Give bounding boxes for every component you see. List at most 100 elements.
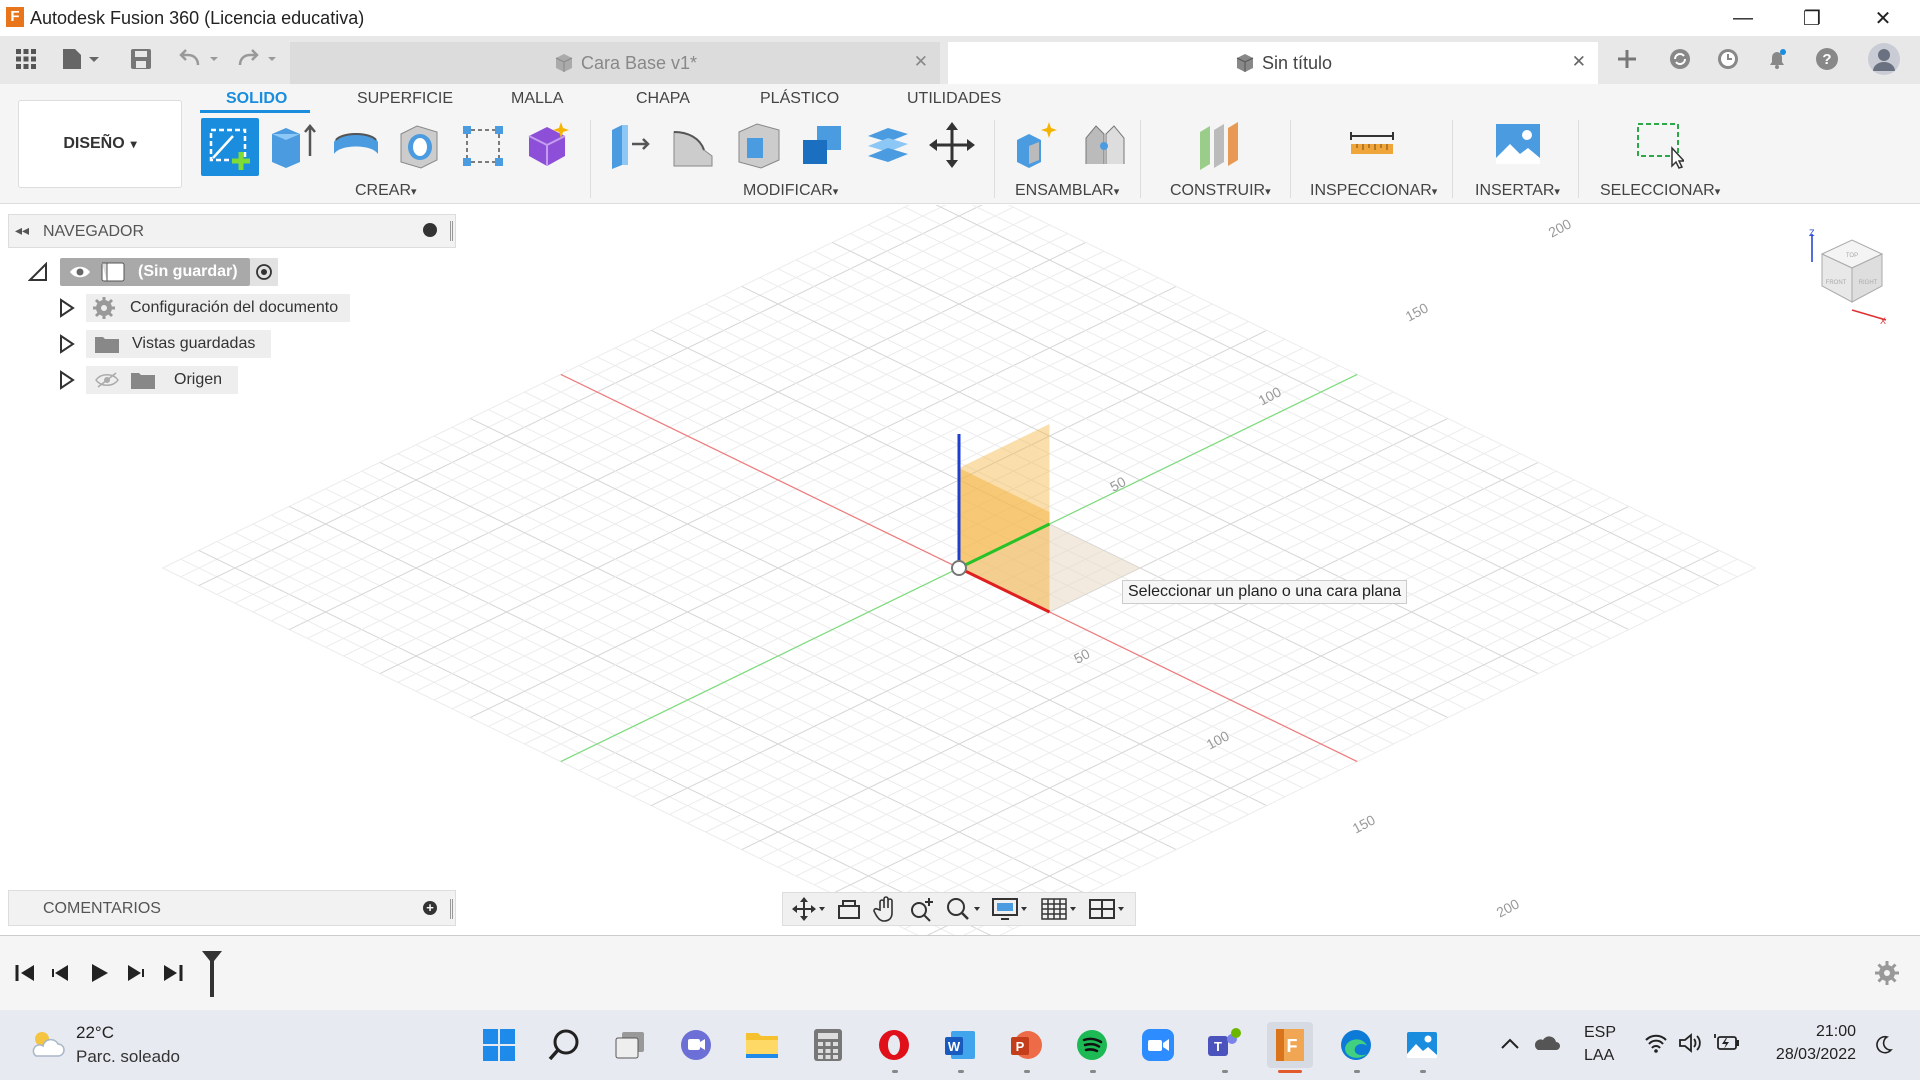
file-menu-icon[interactable] [60,46,102,72]
battery-charging-icon[interactable] [1714,1032,1740,1054]
go-to-end-icon[interactable] [162,962,184,984]
fusion360-taskbar-icon[interactable]: F [1267,1022,1313,1068]
insert-image-icon[interactable] [1494,120,1542,170]
app-grid-icon[interactable] [12,46,40,72]
tab-close-icon[interactable]: ✕ [1572,52,1586,72]
task-view-icon[interactable] [607,1022,653,1068]
tree-item-body[interactable]: Configuración del documento [86,294,351,322]
minimize-panel-icon[interactable] [423,223,437,237]
step-back-icon[interactable] [50,962,72,984]
offset-face-icon[interactable] [864,120,912,170]
notification-bell-icon[interactable] [1762,46,1792,72]
teams-icon[interactable]: T [1201,1022,1247,1068]
word-icon[interactable]: W [937,1022,983,1068]
group-construir[interactable]: CONSTRUIR▾ [1170,182,1271,200]
measure-icon[interactable] [1348,120,1396,170]
step-forward-icon[interactable] [124,962,146,984]
fillet-icon[interactable] [670,120,718,170]
create-form-icon[interactable] [523,120,571,170]
maximize-button[interactable]: ❐ [1787,0,1837,36]
zoom-icon[interactable] [909,896,935,922]
tree-item-vistas[interactable]: Vistas guardadas [58,330,272,358]
tab-close-icon[interactable]: ✕ [914,52,928,72]
pattern-icon[interactable] [459,120,507,170]
timeline-settings-gear-icon[interactable] [1874,960,1900,986]
user-avatar[interactable] [1866,43,1902,75]
tree-item-origen[interactable]: Origen [58,366,239,394]
redo-icon[interactable] [236,46,280,72]
orbit-icon[interactable] [792,896,826,922]
file-explorer-icon[interactable] [739,1022,785,1068]
tree-item-body[interactable]: Vistas guardadas [86,330,272,358]
expand-triangle-icon[interactable] [28,262,48,282]
group-seleccionar[interactable]: SELECCIONAR▾ [1600,182,1720,200]
grid-settings-icon[interactable] [1040,896,1078,922]
combine-icon[interactable] [799,120,847,170]
calculator-icon[interactable] [805,1022,851,1068]
focus-moon-icon[interactable] [1872,1034,1894,1056]
go-to-start-icon[interactable] [14,962,36,984]
sync-icon[interactable] [1665,46,1695,72]
tree-item-configuracion[interactable]: Configuración del documento [58,294,351,322]
tab-superficie[interactable]: SUPERFICIE [357,90,453,108]
tab-solido[interactable]: SOLIDO [226,90,287,108]
zoom-app-icon[interactable] [1135,1022,1181,1068]
weather-partly-sunny-icon[interactable] [28,1028,66,1060]
tab-malla[interactable]: MALLA [511,90,563,108]
powerpoint-icon[interactable]: P [1003,1022,1049,1068]
wifi-icon[interactable] [1644,1032,1668,1054]
input-language[interactable]: ESP [1584,1024,1616,1042]
hole-icon[interactable] [395,120,443,170]
visibility-eye-icon[interactable] [68,262,92,282]
add-comment-icon[interactable]: + [423,901,437,915]
new-tab-icon[interactable] [1612,46,1642,72]
group-ensamblar[interactable]: ENSAMBLAR▾ [1015,182,1119,200]
origin-point[interactable] [951,560,967,576]
display-settings-icon[interactable] [991,896,1029,922]
tab-plastico[interactable]: PLÁSTICO [760,90,839,108]
volume-icon[interactable] [1678,1032,1704,1054]
photos-icon[interactable] [1399,1022,1445,1068]
group-modificar[interactable]: MODIFICAR▾ [743,182,838,200]
collapse-panel-icon[interactable]: ◂◂ [15,222,29,239]
timeline-marker[interactable] [200,949,224,999]
edge-icon[interactable] [1333,1022,1379,1068]
view-cube[interactable]: TOP FRONT RIGHT Z X [1808,228,1890,326]
clock-date[interactable]: 28/03/2022 [1762,1046,1856,1064]
workspace-switcher[interactable]: DISEÑO ▾ [18,100,182,188]
tab-sin-titulo[interactable]: Sin título ✕ [948,42,1598,84]
fit-zoom-icon[interactable] [945,896,981,922]
search-icon[interactable] [541,1022,587,1068]
job-status-icon[interactable] [1713,46,1743,72]
look-at-icon[interactable] [836,896,862,922]
spotify-icon[interactable] [1069,1022,1115,1068]
offset-plane-icon[interactable] [1196,120,1244,170]
expand-triangle-icon[interactable] [58,370,76,390]
tab-chapa[interactable]: CHAPA [636,90,690,108]
tree-item-body[interactable]: Origen [86,366,239,394]
revolve-icon[interactable] [332,120,380,170]
resize-handle[interactable] [450,221,453,241]
new-component-icon[interactable] [1013,120,1061,170]
undo-icon[interactable] [178,46,222,72]
opera-icon[interactable] [871,1022,917,1068]
teams-chat-icon[interactable] [673,1022,719,1068]
press-pull-icon[interactable] [606,120,654,170]
expand-triangle-icon[interactable] [58,334,76,354]
group-inspeccionar[interactable]: INSPECCIONAR▾ [1310,182,1437,200]
pan-hand-icon[interactable] [872,896,899,922]
resize-handle[interactable] [450,899,453,919]
minimize-button[interactable]: — [1718,0,1768,36]
move-copy-icon[interactable] [928,120,976,170]
start-icon[interactable] [476,1022,522,1068]
save-icon[interactable] [128,46,154,72]
tab-utilidades[interactable]: UTILIDADES [907,90,1001,108]
create-sketch-icon[interactable] [201,118,259,176]
play-icon[interactable] [88,962,110,984]
expand-triangle-icon[interactable] [58,298,76,318]
activate-radio-icon[interactable] [249,258,278,286]
joint-icon[interactable] [1080,120,1128,170]
extrude-icon[interactable] [268,120,316,170]
group-crear[interactable]: CREAR▾ [355,182,417,200]
onedrive-cloud-icon[interactable] [1532,1032,1560,1052]
